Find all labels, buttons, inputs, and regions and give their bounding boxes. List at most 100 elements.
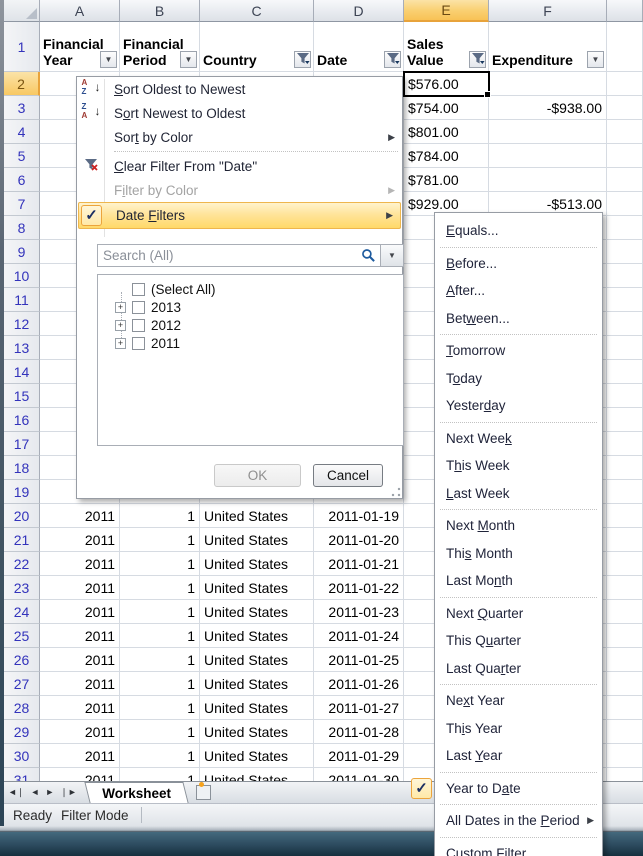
submenu-item-next-quarter[interactable]: Next Quarter: [435, 600, 602, 628]
expand-plus-icon[interactable]: +: [115, 338, 126, 349]
cell-C23[interactable]: United States: [200, 576, 314, 600]
cell-B20[interactable]: 1: [120, 504, 200, 528]
submenu-item-between[interactable]: Between...: [435, 305, 602, 333]
cell-F5[interactable]: [489, 144, 607, 168]
insert-worksheet-button[interactable]: [196, 782, 218, 803]
submenu-item-last-quarter[interactable]: Last Quarter: [435, 655, 602, 683]
row-header-15[interactable]: 15: [4, 384, 40, 408]
search-input[interactable]: Search (All): [97, 244, 381, 267]
submenu-item-year-to-date[interactable]: ✓Year to Date: [435, 775, 602, 803]
cell-D25[interactable]: 2011-01-24: [314, 624, 404, 648]
cell-D31[interactable]: 2011-01-30: [314, 768, 404, 781]
cell-E4[interactable]: $801.00: [404, 120, 489, 144]
row-header-24[interactable]: 24: [4, 600, 40, 624]
column-header-A[interactable]: A: [40, 0, 120, 22]
cell-A23[interactable]: 2011: [40, 576, 120, 600]
field-header-D[interactable]: Date: [314, 22, 404, 72]
cell-G4[interactable]: [607, 120, 643, 144]
row-header-20[interactable]: 20: [4, 504, 40, 528]
cell-A25[interactable]: 2011: [40, 624, 120, 648]
cell-G28[interactable]: [607, 696, 643, 720]
cell-C29[interactable]: United States: [200, 720, 314, 744]
row-header-6[interactable]: 6: [4, 168, 40, 192]
field-header-F[interactable]: Expenditure▼: [489, 22, 607, 72]
cell-B27[interactable]: 1: [120, 672, 200, 696]
cell-G29[interactable]: [607, 720, 643, 744]
row-header-13[interactable]: 13: [4, 336, 40, 360]
cell-G24[interactable]: [607, 600, 643, 624]
cell-F4[interactable]: [489, 120, 607, 144]
submenu-item-next-year[interactable]: Next Year: [435, 687, 602, 715]
cell-G15[interactable]: [607, 384, 643, 408]
row-header-1[interactable]: 1: [4, 22, 40, 72]
row-header-22[interactable]: 22: [4, 552, 40, 576]
cell-D20[interactable]: 2011-01-19: [314, 504, 404, 528]
cell-A26[interactable]: 2011: [40, 648, 120, 672]
column-header-g[interactable]: [607, 0, 643, 22]
row-header-4[interactable]: 4: [4, 120, 40, 144]
column-header-B[interactable]: B: [120, 0, 200, 22]
cell-A20[interactable]: 2011: [40, 504, 120, 528]
cell-E3[interactable]: $754.00: [404, 96, 489, 120]
cell-G21[interactable]: [607, 528, 643, 552]
cell-G26[interactable]: [607, 648, 643, 672]
row-header-31[interactable]: 31: [4, 768, 40, 781]
submenu-item-next-week[interactable]: Next Week: [435, 425, 602, 453]
menu-item-date-filters[interactable]: ✓Date Filters▶: [78, 202, 401, 229]
filter-button-B[interactable]: ▼: [180, 51, 197, 68]
cell-B23[interactable]: 1: [120, 576, 200, 600]
select-all-corner[interactable]: [4, 0, 40, 22]
cell-F2[interactable]: [489, 72, 607, 96]
row-header-27[interactable]: 27: [4, 672, 40, 696]
active-cell-border[interactable]: [403, 71, 490, 97]
row-header-16[interactable]: 16: [4, 408, 40, 432]
row-header-9[interactable]: 9: [4, 240, 40, 264]
cell-G6[interactable]: [607, 168, 643, 192]
row-header-18[interactable]: 18: [4, 456, 40, 480]
row-header-8[interactable]: 8: [4, 216, 40, 240]
filter-button-E[interactable]: [469, 51, 486, 68]
column-header-C[interactable]: C: [200, 0, 314, 22]
row-header-30[interactable]: 30: [4, 744, 40, 768]
cell-G30[interactable]: [607, 744, 643, 768]
cell-B25[interactable]: 1: [120, 624, 200, 648]
cell-B31[interactable]: 1: [120, 768, 200, 781]
cell-G2[interactable]: [607, 72, 643, 96]
row-header-28[interactable]: 28: [4, 696, 40, 720]
expand-plus-icon[interactable]: +: [115, 320, 126, 331]
cell-D27[interactable]: 2011-01-26: [314, 672, 404, 696]
cell-B21[interactable]: 1: [120, 528, 200, 552]
cell-C22[interactable]: United States: [200, 552, 314, 576]
filter-button-D[interactable]: [384, 51, 401, 68]
row-header-21[interactable]: 21: [4, 528, 40, 552]
cell-C26[interactable]: United States: [200, 648, 314, 672]
row-header-2[interactable]: 2: [4, 72, 40, 96]
cell-D26[interactable]: 2011-01-25: [314, 648, 404, 672]
submenu-item-this-quarter[interactable]: This Quarter: [435, 627, 602, 655]
filter-button-C[interactable]: [294, 51, 311, 68]
checkbox-2011[interactable]: [132, 337, 145, 350]
cell-G16[interactable]: [607, 408, 643, 432]
submenu-item-before[interactable]: Before...: [435, 250, 602, 278]
checkbox-2012[interactable]: [132, 319, 145, 332]
row-header-23[interactable]: 23: [4, 576, 40, 600]
cell-G13[interactable]: [607, 336, 643, 360]
row-header-3[interactable]: 3: [4, 96, 40, 120]
cell-G3[interactable]: [607, 96, 643, 120]
cell-A24[interactable]: 2011: [40, 600, 120, 624]
cell-G22[interactable]: [607, 552, 643, 576]
first-sheet-button[interactable]: ◄❘: [8, 788, 24, 797]
field-header-C[interactable]: Country: [200, 22, 314, 72]
cell-A28[interactable]: 2011: [40, 696, 120, 720]
column-header-E[interactable]: E: [404, 0, 489, 22]
cell-B28[interactable]: 1: [120, 696, 200, 720]
row-header-5[interactable]: 5: [4, 144, 40, 168]
row-header-17[interactable]: 17: [4, 432, 40, 456]
cancel-button[interactable]: Cancel: [313, 464, 383, 487]
submenu-item-yesterday[interactable]: Yesterday: [435, 392, 602, 420]
cell-G27[interactable]: [607, 672, 643, 696]
cell-G11[interactable]: [607, 288, 643, 312]
column-header-F[interactable]: F: [489, 0, 607, 22]
menu-item-filter-by-color[interactable]: Filter by Color▶: [77, 178, 402, 202]
cell-A22[interactable]: 2011: [40, 552, 120, 576]
